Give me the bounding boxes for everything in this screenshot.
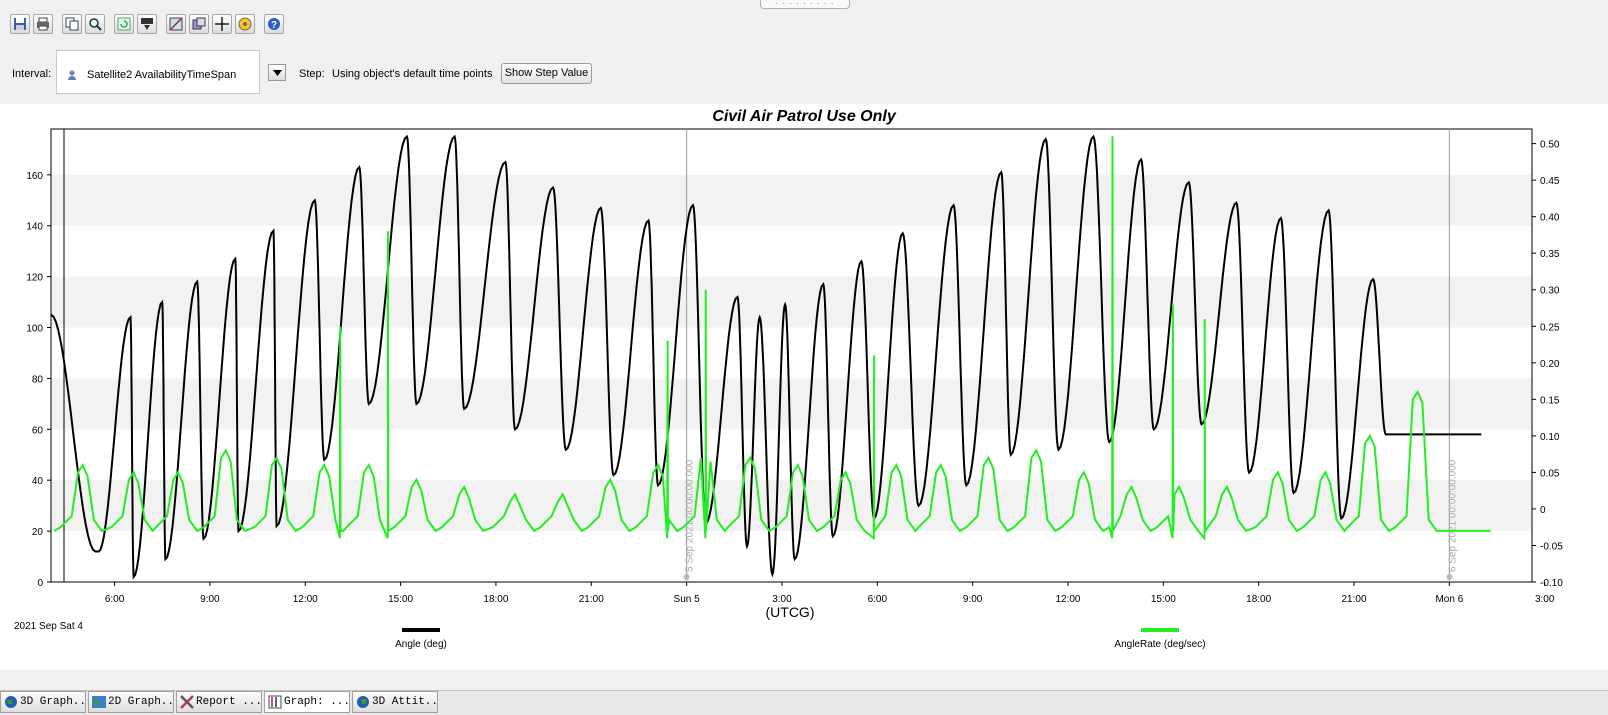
task-graph[interactable]: Graph: ... — [264, 691, 350, 713]
x-tick-label: 18:00 — [1246, 594, 1271, 605]
task-3d-graphics[interactable]: 3D Graph... — [0, 691, 86, 713]
options-icon[interactable] — [189, 14, 209, 34]
day-marker-dot — [683, 574, 690, 580]
x-tick-label: 21:00 — [579, 594, 604, 605]
interval-value: Satellite2 AvailabilityTimeSpan — [87, 69, 237, 81]
x-tick-label: 9:00 — [200, 594, 220, 605]
y-left-tick-label: 20 — [32, 527, 44, 538]
task-label: 3D Graph... — [20, 696, 86, 708]
zoom-icon[interactable] — [85, 14, 105, 34]
x-tick-label: 12:00 — [293, 594, 318, 605]
task-label: Graph: ... — [284, 696, 350, 708]
x-tick-label: Sun 5 — [674, 594, 701, 605]
x-tick-label: 21:00 — [1342, 594, 1367, 605]
y-right-tick-label: 0.35 — [1540, 249, 1560, 260]
x-tick-label: 15:00 — [388, 594, 413, 605]
save-icon[interactable] — [10, 14, 30, 34]
copy-icon[interactable] — [62, 14, 82, 34]
chevron-down-icon — [272, 69, 282, 76]
chart-title: Civil Air Patrol Use Only — [712, 108, 897, 125]
x-axis-label: (UTCG) — [766, 604, 815, 620]
step-label: Step: — [299, 68, 325, 80]
y-right-tick-label: 0.45 — [1540, 176, 1560, 187]
y-left-tick-label: 80 — [32, 374, 44, 385]
y-left-tick-label: 100 — [26, 324, 43, 335]
satellite-icon — [68, 70, 76, 80]
legend-label-rate: AngleRate (deg/sec) — [1114, 639, 1205, 650]
x-tick-label: 12:00 — [1055, 594, 1080, 605]
tools-icon — [180, 695, 194, 709]
y-right-tick-label: 0.10 — [1540, 432, 1560, 443]
legend-label-angle: Angle (deg) — [395, 639, 447, 650]
start-date-label: 2021 Sep Sat 4 — [14, 621, 83, 632]
x-tick-label: 9:00 — [963, 594, 983, 605]
y-right-tick-label: 0 — [1540, 505, 1546, 516]
day-marker-label: 6 Sep 2021 00:00:00.000 — [1447, 459, 1458, 572]
x-tick-label: 6:00 — [105, 594, 125, 605]
y-right-tick-label: 0.20 — [1540, 359, 1560, 370]
y-right-tick-label: -0.05 — [1540, 541, 1563, 552]
x-tick-label: 15:00 — [1151, 594, 1176, 605]
grid-band — [51, 378, 1532, 430]
grid-band — [51, 174, 1532, 226]
interval-row: Interval: Satellite2 AvailabilityTimeSpa… — [0, 48, 1608, 96]
collapse-handle[interactable]: · · · · · · · · · — [760, 0, 850, 9]
y-left-tick-label: 0 — [37, 578, 43, 589]
graph-icon — [268, 695, 282, 709]
grid-band — [51, 276, 1532, 328]
globe-icon — [5, 696, 17, 708]
y-right-tick-label: 0.25 — [1540, 322, 1560, 333]
y-right-tick-label: 0.05 — [1540, 468, 1560, 479]
x-tick-label: 3:00 — [1535, 594, 1555, 605]
y-right-tick-label: -0.10 — [1540, 578, 1563, 589]
show-step-value-button[interactable]: Show Step Value — [501, 63, 592, 84]
y-right-tick-label: 0.50 — [1540, 140, 1560, 151]
map-icon — [92, 696, 106, 708]
graph-panel: Civil Air Patrol Use Only 5 Sep 2021 00:… — [0, 104, 1608, 670]
properties-icon[interactable] — [166, 14, 186, 34]
y-right-tick-label: 0.30 — [1540, 286, 1560, 297]
help-icon[interactable]: ? — [264, 14, 284, 34]
x-tick-label: Mon 6 — [1435, 594, 1463, 605]
crosshair-icon[interactable] — [212, 14, 232, 34]
step-text: Using object's default time points — [332, 68, 493, 80]
globe-icon — [357, 696, 369, 708]
task-label: Report ... — [196, 696, 262, 708]
graph-toolbar: ? — [10, 12, 287, 36]
animation-icon[interactable] — [235, 14, 255, 34]
print-icon[interactable] — [33, 14, 53, 34]
y-left-tick-label: 160 — [26, 171, 43, 182]
y-left-tick-label: 140 — [26, 222, 43, 233]
task-label: 3D Attit... — [372, 696, 438, 708]
task-label: 2D Graph... — [108, 696, 174, 708]
x-tick-label: 18:00 — [483, 594, 508, 605]
x-tick-label: 6:00 — [868, 594, 888, 605]
y-left-tick-label: 40 — [32, 476, 44, 487]
taskbar: 3D Graph... 2D Graph... Report ... Graph… — [0, 690, 1608, 715]
task-report[interactable]: Report ... — [176, 691, 262, 713]
export-icon[interactable] — [137, 14, 157, 34]
y-right-tick-label: 0.15 — [1540, 395, 1560, 406]
interval-dropdown-button[interactable] — [268, 64, 286, 81]
angle-graph[interactable]: Civil Air Patrol Use Only 5 Sep 2021 00:… — [0, 104, 1608, 670]
y-right-tick-label: 0.40 — [1540, 213, 1560, 224]
day-marker-dot — [1446, 574, 1453, 580]
task-2d-graphics[interactable]: 2D Graph... — [88, 691, 174, 713]
interval-field[interactable]: Satellite2 AvailabilityTimeSpan — [56, 50, 260, 94]
refresh-icon[interactable] — [114, 14, 134, 34]
y-left-tick-label: 120 — [26, 273, 43, 284]
y-left-tick-label: 60 — [32, 425, 44, 436]
svg-text:?: ? — [271, 20, 277, 31]
interval-label: Interval: — [12, 68, 52, 80]
task-3d-attitude[interactable]: 3D Attit... — [352, 691, 438, 713]
